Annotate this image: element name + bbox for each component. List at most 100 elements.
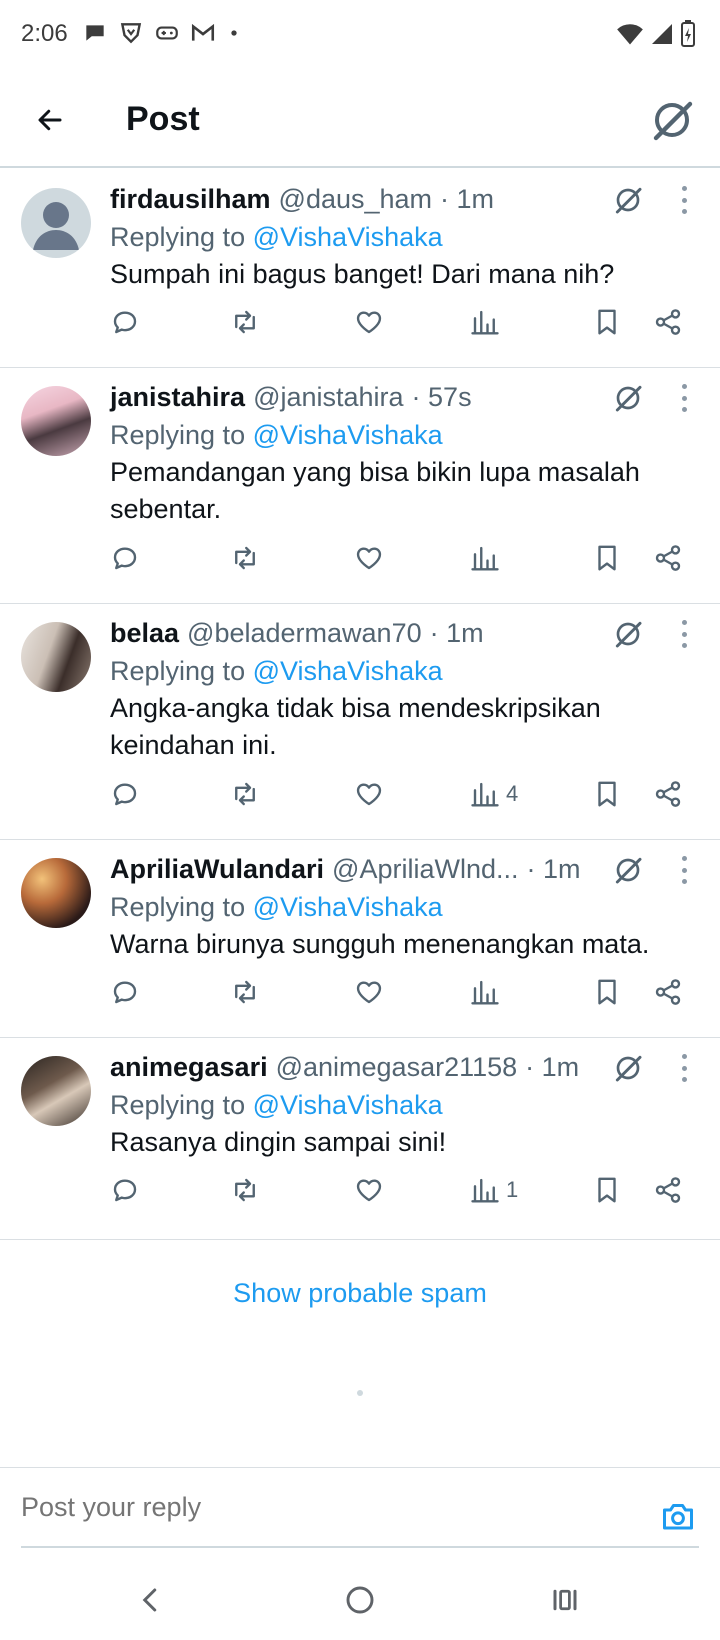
like-button[interactable] xyxy=(354,774,384,814)
bookmark-button[interactable] xyxy=(592,538,622,578)
views-button[interactable] xyxy=(470,972,506,1012)
camera-icon[interactable] xyxy=(660,1498,696,1534)
grok-icon[interactable] xyxy=(612,618,644,650)
reply-icon xyxy=(113,981,137,1004)
mention-link[interactable]: @VishaVishaka xyxy=(253,420,443,450)
timestamp[interactable]: · 1m xyxy=(430,618,484,649)
avatar[interactable] xyxy=(21,386,91,456)
chevron-left-icon xyxy=(142,1588,157,1612)
share-button[interactable] xyxy=(653,538,683,578)
repost-button[interactable] xyxy=(230,774,260,814)
mention-link[interactable]: @VishaVishaka xyxy=(253,656,443,686)
share-button[interactable] xyxy=(653,972,683,1012)
bookmark-icon xyxy=(598,781,616,807)
recents-icon xyxy=(553,1589,577,1611)
avatar[interactable] xyxy=(21,858,91,928)
share-icon xyxy=(655,309,681,335)
share-button[interactable] xyxy=(653,302,683,342)
reply-button[interactable] xyxy=(110,774,140,814)
timestamp[interactable]: · 1m xyxy=(527,854,581,885)
views-button[interactable] xyxy=(470,538,506,578)
user-handle[interactable]: @daus_ham xyxy=(279,184,433,215)
grok-icon[interactable] xyxy=(612,184,644,216)
analytics-icon xyxy=(471,980,499,1005)
repost-icon xyxy=(235,1178,255,1202)
nav-home-button[interactable] xyxy=(340,1580,380,1620)
reply-input[interactable] xyxy=(21,1492,621,1523)
nav-recents-button[interactable] xyxy=(545,1580,585,1620)
heart-icon xyxy=(356,547,382,570)
reply-button[interactable] xyxy=(110,972,140,1012)
bookmark-button[interactable] xyxy=(592,972,622,1012)
back-button[interactable] xyxy=(26,96,74,144)
more-options-icon[interactable] xyxy=(672,616,696,652)
mention-link[interactable]: @VishaVishaka xyxy=(253,892,443,922)
grok-icon[interactable] xyxy=(648,96,696,144)
avatar[interactable] xyxy=(21,622,91,692)
bookmark-button[interactable] xyxy=(592,302,622,342)
like-button[interactable] xyxy=(354,302,384,342)
more-options-icon[interactable] xyxy=(672,182,696,218)
reply-button[interactable] xyxy=(110,538,140,578)
grok-icon[interactable] xyxy=(612,854,644,886)
mention-link[interactable]: @VishaVishaka xyxy=(253,1090,443,1120)
nav-back-button[interactable] xyxy=(131,1580,171,1620)
reply-item[interactable]: firdausilham @daus_ham · 1m Replying to … xyxy=(0,170,720,368)
reply-item[interactable]: animegasari @animegasar21158 · 1m Replyi… xyxy=(0,1038,720,1240)
signal-icon xyxy=(652,24,672,44)
display-name[interactable]: animegasari xyxy=(110,1052,268,1083)
bookmark-button[interactable] xyxy=(592,1170,622,1210)
reply-button[interactable] xyxy=(110,1170,140,1210)
like-button[interactable] xyxy=(354,972,384,1012)
display-name[interactable]: belaa xyxy=(110,618,179,649)
reply-item[interactable]: belaa @beladermawan70 · 1m Replying to @… xyxy=(0,604,720,840)
reply-item[interactable]: janistahira @janistahira · 57s Replying … xyxy=(0,368,720,604)
timestamp[interactable]: · 1m xyxy=(440,184,494,215)
more-options-icon[interactable] xyxy=(672,380,696,416)
user-handle[interactable]: @beladermawan70 xyxy=(187,618,422,649)
share-button[interactable] xyxy=(653,774,683,814)
views-button[interactable]: 1 xyxy=(470,1170,518,1210)
share-icon xyxy=(655,545,681,571)
reply-button[interactable] xyxy=(110,302,140,342)
display-name[interactable]: ApriliaWulandari xyxy=(110,854,324,885)
replying-prefix: Replying to xyxy=(110,1090,246,1120)
dot-icon xyxy=(231,30,237,36)
avatar[interactable] xyxy=(21,188,91,258)
grok-icon[interactable] xyxy=(612,382,644,414)
repost-button[interactable] xyxy=(230,1170,260,1210)
reply-item[interactable]: ApriliaWulandari @ApriliaWlnd... · 1m Re… xyxy=(0,840,720,1038)
timestamp[interactable]: · 1m xyxy=(525,1052,579,1083)
like-button[interactable] xyxy=(354,1170,384,1210)
views-button[interactable] xyxy=(470,302,506,342)
views-button[interactable]: 4 xyxy=(470,774,518,814)
more-options-icon[interactable] xyxy=(672,1050,696,1086)
repost-button[interactable] xyxy=(230,302,260,342)
repost-button[interactable] xyxy=(230,538,260,578)
avatar[interactable] xyxy=(21,1056,91,1126)
share-icon xyxy=(655,1177,681,1203)
like-button[interactable] xyxy=(354,538,384,578)
timestamp[interactable]: · 57s xyxy=(412,382,472,413)
grok-icon[interactable] xyxy=(612,1052,644,1084)
user-handle[interactable]: @janistahira xyxy=(253,382,403,413)
mention-link[interactable]: @VishaVishaka xyxy=(253,222,443,252)
display-name[interactable]: firdausilham xyxy=(110,184,271,215)
show-probable-spam-button[interactable]: Show probable spam xyxy=(0,1278,720,1309)
reply-icon xyxy=(113,783,137,806)
repost-icon xyxy=(235,546,255,570)
system-navigation-bar xyxy=(0,1560,720,1640)
reply-text: Pemandangan yang bisa bikin lupa masalah… xyxy=(110,457,640,524)
user-handle[interactable]: @animegasar21158 xyxy=(276,1052,518,1083)
reply-icon xyxy=(113,311,137,334)
repost-icon xyxy=(235,310,255,334)
repost-button[interactable] xyxy=(230,972,260,1012)
display-name[interactable]: janistahira xyxy=(110,382,245,413)
share-button[interactable] xyxy=(653,1170,683,1210)
user-handle[interactable]: @ApriliaWlnd... xyxy=(332,854,518,885)
notification-icons xyxy=(82,20,242,46)
reply-icon xyxy=(113,547,137,570)
more-options-icon[interactable] xyxy=(672,852,696,888)
bookmark-button[interactable] xyxy=(592,774,622,814)
system-icons xyxy=(616,20,696,48)
